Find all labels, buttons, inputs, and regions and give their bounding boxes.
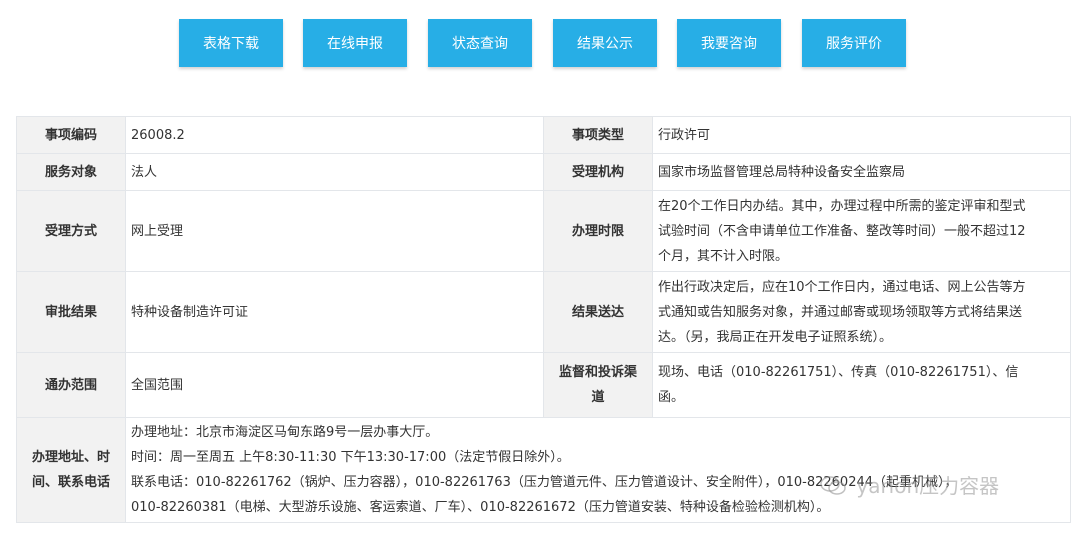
table-row: 审批结果 特种设备制造许可证 结果送达 作出行政决定后，应在10个工作日内，通过… xyxy=(16,271,1071,353)
accept-method-value: 网上受理 xyxy=(125,190,544,272)
complaint-channel-label: 监督和投诉渠 道 xyxy=(543,352,653,418)
item-type-label: 事项类型 xyxy=(543,116,653,154)
service-button-bar: 表格下载 在线申报 状态查询 结果公示 我要咨询 服务评价 xyxy=(0,19,1080,67)
item-code-label: 事项编码 xyxy=(16,116,126,154)
phone-line: 联系电话：010-82261762（锅炉、压力容器），010-82261763（… xyxy=(131,475,958,490)
delivery-line: 式通知或告知服务对象，并通过邮寄或现场领取等方式将结果送 xyxy=(658,304,1023,320)
delivery-label: 结果送达 xyxy=(543,271,653,353)
delivery-line: 达。（另，我局正在开发电子证照系统）。 xyxy=(658,329,893,345)
form-download-button[interactable]: 表格下载 xyxy=(179,19,283,67)
delivery-value: 作出行政决定后，应在10个工作日内，通过电话、网上公告等方 式通知或告知服务对象… xyxy=(652,271,1071,353)
item-info-table: 事项编码 26008.2 事项类型 行政许可 服务对象 法人 受理机构 国家市场… xyxy=(16,116,1071,523)
scope-value: 全国范围 xyxy=(125,352,544,418)
result-publicity-button[interactable]: 结果公示 xyxy=(553,19,657,67)
agency-value: 国家市场监督管理总局特种设备安全监察局 xyxy=(652,153,1071,191)
table-row: 办理地址、时 间、联系电话 办理地址：北京市海淀区马甸东路9号一层办事大厅。 时… xyxy=(16,417,1071,523)
agency-label: 受理机构 xyxy=(543,153,653,191)
phone-line: 010-82260381（电梯、大型游乐设施、客运索道、厂车）、010-8226… xyxy=(131,500,830,515)
result-value: 特种设备制造许可证 xyxy=(125,271,544,353)
item-type-value: 行政许可 xyxy=(652,116,1071,154)
table-row: 服务对象 法人 受理机构 国家市场监督管理总局特种设备安全监察局 xyxy=(16,153,1071,191)
item-code-value: 26008.2 xyxy=(125,116,544,154)
contact-label-line: 间、联系电话 xyxy=(31,475,110,490)
time-limit-label: 办理时限 xyxy=(543,190,653,272)
address-line: 办理地址：北京市海淀区马甸东路9号一层办事大厅。 xyxy=(131,425,439,440)
complaint-label-line: 道 xyxy=(591,390,605,405)
complaint-channel-value: 现场、电话（010-82261751）、传真（010-82261751）、信 函… xyxy=(652,352,1071,418)
scope-label: 通办范围 xyxy=(16,352,126,418)
time-limit-line: 在20个工作日内办结。其中，办理过程中所需的鉴定评审和型式 xyxy=(658,198,1026,214)
contact-value: 办理地址：北京市海淀区马甸东路9号一层办事大厅。 时间：周一至周五 上午8:30… xyxy=(125,417,1071,523)
complaint-label-line: 监督和投诉渠 xyxy=(558,365,637,380)
table-row: 受理方式 网上受理 办理时限 在20个工作日内办结。其中，办理过程中所需的鉴定评… xyxy=(16,190,1071,272)
complaint-line: 现场、电话（010-82261751）、传真（010-82261751）、信 xyxy=(658,365,1019,380)
service-target-value: 法人 xyxy=(125,153,544,191)
service-evaluation-button[interactable]: 服务评价 xyxy=(802,19,906,67)
hours-line: 时间：周一至周五 上午8:30-11:30 下午13:30-17:00（法定节假… xyxy=(131,450,570,465)
time-limit-line: 个月，其不计入时限。 xyxy=(658,248,789,264)
table-row: 通办范围 全国范围 监督和投诉渠 道 现场、电话（010-82261751）、传… xyxy=(16,352,1071,418)
status-query-button[interactable]: 状态查询 xyxy=(428,19,532,67)
delivery-line: 作出行政决定后，应在10个工作日内，通过电话、网上公告等方 xyxy=(658,279,1026,295)
result-label: 审批结果 xyxy=(16,271,126,353)
time-limit-value: 在20个工作日内办结。其中，办理过程中所需的鉴定评审和型式 试验时间（不含申请单… xyxy=(652,190,1071,272)
contact-label-line: 办理地址、时 xyxy=(31,450,110,465)
online-apply-button[interactable]: 在线申报 xyxy=(303,19,407,67)
time-limit-line: 试验时间（不含申请单位工作准备、整改等时间）一般不超过12 xyxy=(658,223,1026,239)
contact-label: 办理地址、时 间、联系电话 xyxy=(16,417,126,523)
complaint-line: 函。 xyxy=(658,390,685,405)
table-row: 事项编码 26008.2 事项类型 行政许可 xyxy=(16,116,1071,154)
service-target-label: 服务对象 xyxy=(16,153,126,191)
accept-method-label: 受理方式 xyxy=(16,190,126,272)
consult-button[interactable]: 我要咨询 xyxy=(677,19,781,67)
